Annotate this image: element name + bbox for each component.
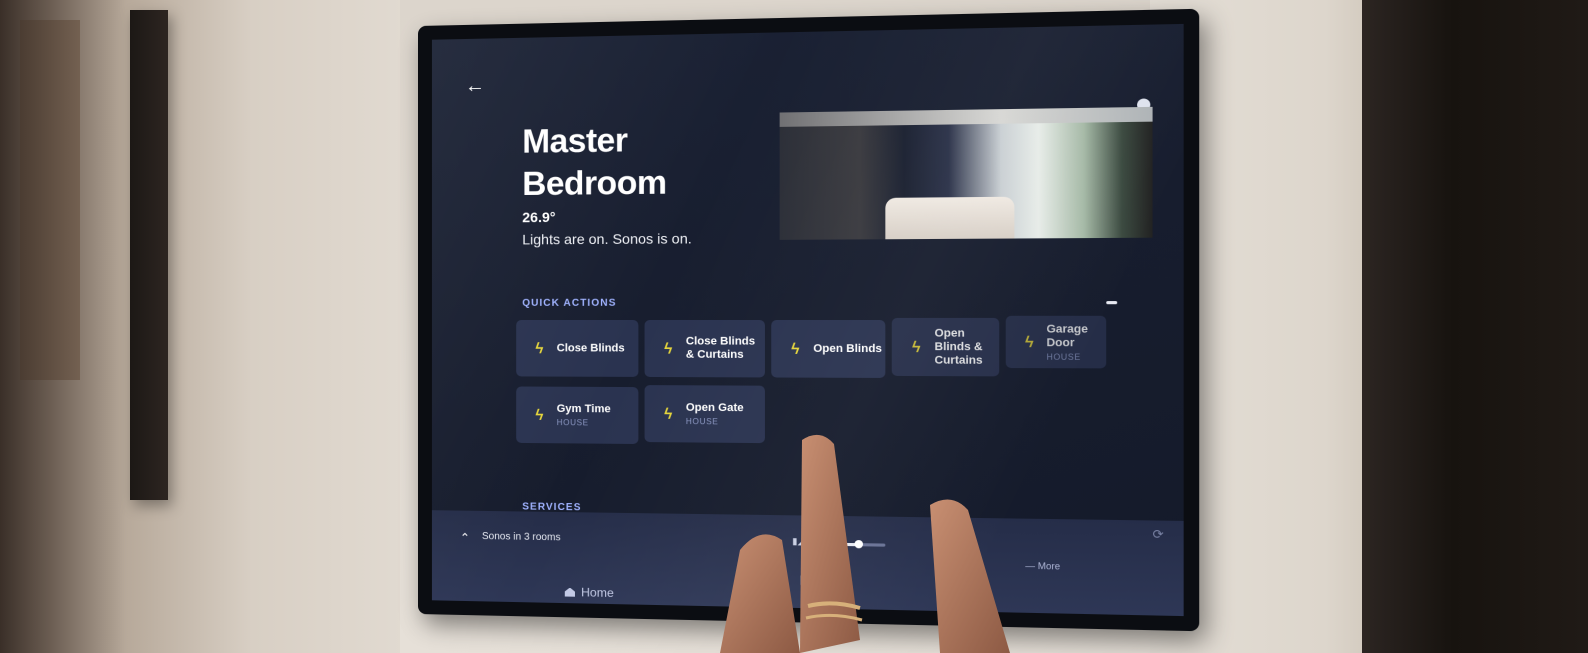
volume-slider-fill: [822, 543, 857, 547]
quick-action-open-gate[interactable]: ϟ Open Gate HOUSE: [645, 385, 765, 443]
quick-action-scope: HOUSE: [557, 418, 611, 428]
quick-action-label: Open Blinds: [813, 342, 882, 356]
lightning-icon: ϟ: [1023, 333, 1035, 351]
media-bar: ⌃ Sonos in 3 rooms ▮◢ — More ⟳ Home: [432, 510, 1184, 616]
lightning-icon: ϟ: [788, 340, 803, 358]
quick-action-label: Garage Door: [1046, 323, 1106, 350]
quick-action-scope: HOUSE: [686, 417, 744, 427]
volume-slider-knob[interactable]: [855, 540, 863, 548]
room-temperature: 26.9°: [522, 209, 555, 225]
door-frame: [1362, 0, 1588, 653]
lightning-icon: ϟ: [532, 340, 546, 357]
volume-slider[interactable]: [822, 543, 886, 547]
more-link[interactable]: — More: [1025, 560, 1060, 571]
quick-action-label: Open Blinds & Curtains: [935, 327, 1000, 368]
picture-frame-far: [20, 20, 80, 380]
lightning-icon: ϟ: [661, 405, 675, 422]
chevron-up-icon[interactable]: ⌃: [460, 531, 470, 545]
quick-action-open-blinds-curtains[interactable]: ϟ Open Blinds & Curtains: [892, 318, 999, 376]
picture-frame: [130, 10, 168, 500]
back-arrow-icon[interactable]: ←: [460, 71, 490, 102]
quick-action-label: Gym Time: [557, 403, 611, 417]
quick-action-label: Close Blinds: [557, 342, 625, 355]
lightning-icon: ϟ: [532, 406, 546, 423]
volume-icon: ▮◢: [792, 536, 804, 548]
quick-action-open-blinds[interactable]: ϟ Open Blinds: [771, 320, 885, 378]
quick-action-gym-time[interactable]: ϟ Gym Time HOUSE: [516, 386, 638, 444]
quick-action-scope: HOUSE: [1046, 352, 1106, 362]
rooms-icon[interactable]: [801, 575, 812, 585]
quick-action-label: Close Blinds & Curtains: [686, 335, 759, 362]
wall-tablet: ← Master Bedroom 26.9° Lights are on. So…: [418, 9, 1199, 631]
lightning-icon: ϟ: [661, 340, 675, 357]
quick-action-label: Open Gate: [686, 402, 744, 416]
camera-feed[interactable]: [780, 107, 1153, 240]
camera-bed: [885, 197, 1014, 240]
room-title: Master Bedroom: [522, 117, 748, 205]
tab-home[interactable]: Home: [565, 585, 614, 600]
camera-ceiling: [780, 107, 1153, 127]
lightning-icon: ϟ: [909, 338, 924, 356]
quick-action-close-blinds-curtains[interactable]: ϟ Close Blinds & Curtains: [645, 320, 765, 377]
quick-action-close-blinds[interactable]: ϟ Close Blinds: [516, 320, 638, 377]
quick-action-garage-door[interactable]: ϟ Garage Door HOUSE: [1006, 316, 1106, 369]
home-icon: [565, 587, 575, 596]
room-status: Lights are on. Sonos is on.: [522, 230, 692, 247]
quick-actions-heading: QUICK ACTIONS: [522, 298, 616, 309]
dashboard-screen: ← Master Bedroom 26.9° Lights are on. So…: [432, 24, 1184, 616]
refresh-icon[interactable]: ⟳: [1152, 527, 1163, 542]
tab-home-label: Home: [581, 585, 614, 600]
more-options-icon[interactable]: [1106, 301, 1117, 304]
media-status[interactable]: Sonos in 3 rooms: [482, 531, 561, 543]
